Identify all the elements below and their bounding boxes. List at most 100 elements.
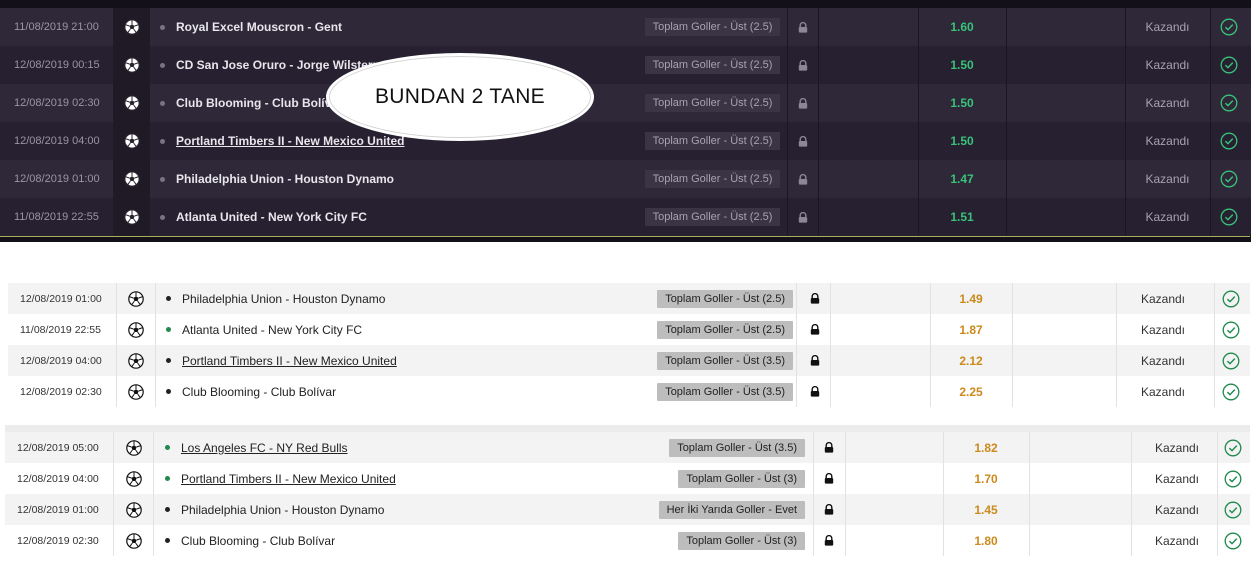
column-divider <box>1029 463 1030 494</box>
soccer-ball-icon <box>120 345 152 376</box>
soccer-ball-icon <box>120 376 152 407</box>
column-divider <box>787 8 788 46</box>
column-divider <box>845 525 846 556</box>
column-divider <box>787 122 788 160</box>
match-name[interactable]: Los Angeles FC - NY Red Bulls <box>165 432 645 463</box>
bet-row[interactable]: 12/08/2019 02:30 Club Blooming - Club Bol… <box>0 84 1251 122</box>
match-name-text[interactable]: Portland Timbers II - New Mexico United <box>176 134 405 148</box>
column-divider <box>116 283 117 314</box>
column-divider <box>813 463 814 494</box>
bet-row[interactable]: 11/08/2019 22:55 Atlanta United - New Yor… <box>8 314 1250 345</box>
bet-row[interactable]: 11/08/2019 22:55 Atlanta United - New Yor… <box>0 198 1251 236</box>
market-badge: Toplam Goller - Üst (3) <box>645 525 805 556</box>
check-circle-icon <box>1210 46 1247 84</box>
column-divider <box>818 160 819 198</box>
bet-row[interactable]: 12/08/2019 02:30 Club Blooming - Club Bol… <box>8 376 1250 407</box>
bet-date: 12/08/2019 01:00 <box>20 292 102 305</box>
column-divider <box>116 345 117 376</box>
soccer-ball-icon <box>120 283 152 314</box>
lock-icon <box>789 84 817 122</box>
market-label: Toplam Goller - Üst (2.5) <box>644 170 781 188</box>
match-name-text: Philadelphia Union - Houston Dynamo <box>176 172 395 186</box>
bet-date: 12/08/2019 02:30 <box>17 534 99 547</box>
column-divider <box>1006 160 1007 198</box>
column-divider <box>153 463 154 494</box>
bullet-dot <box>160 138 165 144</box>
bet-date: 12/08/2019 04:00 <box>17 472 99 485</box>
market-badge: Toplam Goller - Üst (2.5) <box>644 46 781 84</box>
soccer-ball-icon <box>117 432 151 463</box>
column-divider <box>1012 376 1013 407</box>
column-divider <box>153 432 154 463</box>
column-divider <box>796 376 797 407</box>
odd-value: 1.70 <box>974 471 998 486</box>
bet-row[interactable]: 12/08/2019 02:30 Club Blooming - Club Bol… <box>5 525 1250 556</box>
soccer-ball-icon <box>117 525 151 556</box>
column-divider <box>1012 314 1013 345</box>
match-name[interactable]: Portland Timbers II - New Mexico United <box>165 463 645 494</box>
bullet-dot <box>160 62 165 68</box>
column-divider <box>113 525 114 556</box>
match-name-text[interactable]: Portland Timbers II - New Mexico United <box>181 472 396 486</box>
column-divider <box>113 432 114 463</box>
market-badge: Toplam Goller - Üst (3.5) <box>628 345 793 376</box>
bet-row[interactable]: 12/08/2019 04:00 Portland Timbers II - Ne… <box>8 345 1250 376</box>
column-divider <box>796 283 797 314</box>
bullet-dot <box>160 24 165 30</box>
match-name: Philadelphia Union - Houston Dynamo <box>150 160 638 198</box>
bullet-dot <box>165 507 170 512</box>
lock-icon <box>815 432 843 463</box>
bullet-dot <box>166 327 171 332</box>
status-text: Kazandı <box>1145 20 1190 34</box>
column-divider <box>813 525 814 556</box>
bet-row[interactable]: 12/08/2019 00:15 CD San Jose Oruro - Jorg… <box>0 46 1251 84</box>
check-circle-icon <box>1210 198 1247 236</box>
match-name-text[interactable]: Los Angeles FC - NY Red Bulls <box>181 441 348 455</box>
bet-date: 11/08/2019 21:00 <box>14 21 99 33</box>
market-label: Toplam Goller - Üst (2.5) <box>644 18 781 36</box>
lock-icon <box>789 46 817 84</box>
market-badge: Toplam Goller - Üst (2.5) <box>628 283 793 314</box>
odd-value: 1.87 <box>959 322 983 337</box>
annotation-text: BUNDAN 2 TANE <box>375 85 545 108</box>
column-divider <box>796 314 797 345</box>
check-circle-icon <box>1217 463 1249 494</box>
lock-icon <box>789 160 817 198</box>
status-text: Kazandı <box>1140 384 1186 399</box>
column-divider <box>113 494 114 525</box>
bet-row[interactable]: 12/08/2019 04:00 Portland Timbers II - Ne… <box>0 122 1251 160</box>
match-name-text[interactable]: Portland Timbers II - New Mexico United <box>182 354 397 368</box>
check-circle-icon <box>1217 432 1249 463</box>
bullet-dot <box>160 100 165 106</box>
match-name: Club Blooming - Club Bolívar <box>166 376 636 407</box>
column-divider <box>830 345 831 376</box>
bet-row[interactable]: 12/08/2019 01:00 Philadelphia Union - Hou… <box>0 160 1251 198</box>
column-divider <box>830 314 831 345</box>
column-divider <box>813 494 814 525</box>
bet-date: 12/08/2019 04:00 <box>20 354 102 367</box>
bet-row[interactable]: 11/08/2019 21:00 Royal Excel Mouscron - G… <box>0 8 1251 46</box>
bet-row[interactable]: 12/08/2019 04:00 Portland Timbers II - Ne… <box>5 463 1250 494</box>
bullet-dot <box>166 296 171 301</box>
column-divider <box>845 494 846 525</box>
check-circle-icon <box>1210 8 1247 46</box>
status-text: Kazandı <box>1145 96 1190 110</box>
bet-row[interactable]: 12/08/2019 01:00 Philadelphia Union - Hou… <box>8 283 1250 314</box>
lock-icon <box>789 122 817 160</box>
bet-row[interactable]: 12/08/2019 01:00 Philadelphia Union - Hou… <box>5 494 1250 525</box>
market-badge: Toplam Goller - Üst (2.5) <box>644 160 781 198</box>
column-divider <box>1006 122 1007 160</box>
lock-icon <box>802 376 828 407</box>
bet-row[interactable]: 12/08/2019 05:00 Los Angeles FC - NY Red … <box>5 432 1250 463</box>
column-divider <box>1012 345 1013 376</box>
match-name[interactable]: Portland Timbers II - New Mexico United <box>166 345 636 376</box>
column-divider <box>787 198 788 236</box>
match-name: Philadelphia Union - Houston Dynamo <box>166 283 636 314</box>
bet-date: 12/08/2019 02:30 <box>14 97 100 109</box>
column-divider <box>830 283 831 314</box>
odd-value: 1.60 <box>950 20 974 34</box>
bullet-dot <box>160 214 165 220</box>
market-label: Toplam Goller - Üst (2.5) <box>644 208 781 226</box>
lock-icon <box>789 198 817 236</box>
check-circle-icon <box>1217 525 1249 556</box>
